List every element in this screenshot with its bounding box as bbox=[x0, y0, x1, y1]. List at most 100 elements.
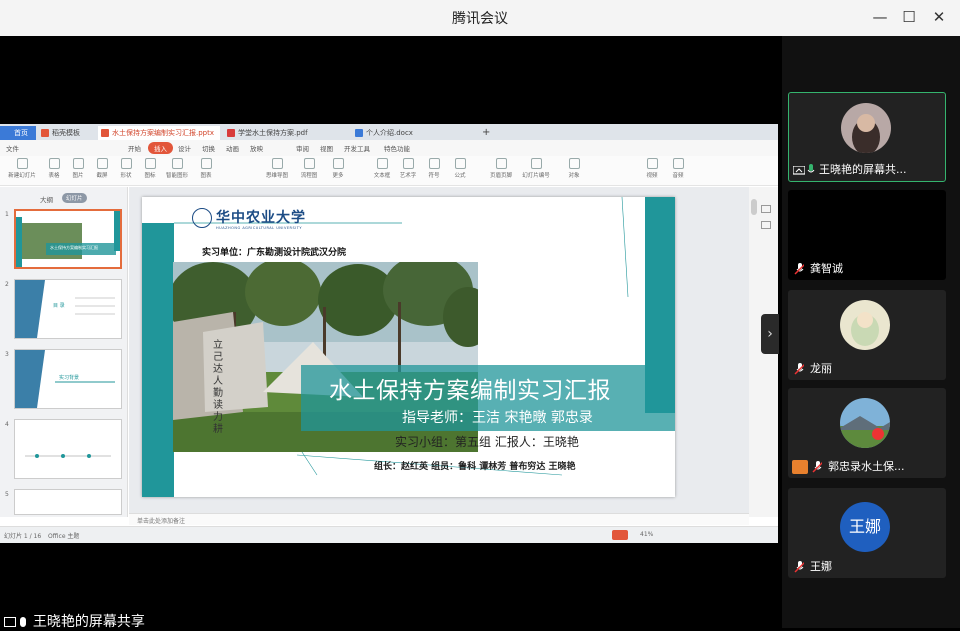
ribbon-flowchart[interactable]: 流程图 bbox=[294, 158, 324, 179]
menu-developer[interactable]: 开发工具 bbox=[344, 143, 370, 153]
tab-ppt-document[interactable]: 水土保持方案编制实习汇报.pptx bbox=[98, 126, 220, 140]
thumb-3-title: 实习背景 bbox=[59, 375, 80, 381]
ribbon-textbox[interactable]: 文本框 bbox=[370, 158, 394, 179]
ribbon-table[interactable]: 表格 bbox=[42, 158, 66, 179]
menu-design[interactable]: 设计 bbox=[178, 143, 191, 153]
menu-features[interactable]: 特色功能 bbox=[384, 143, 410, 153]
menu-review[interactable]: 审阅 bbox=[296, 143, 309, 153]
ribbon-label: 公式 bbox=[454, 173, 466, 179]
wps-ribbon: 新建幻灯片 表格 图片 截屏 形状 图标 智能图形 图表 思维导图 流程图 更多… bbox=[0, 156, 778, 186]
participant-tile[interactable]: 龙丽 bbox=[788, 290, 946, 380]
ribbon-video[interactable]: 视频 bbox=[640, 158, 664, 179]
thumb-number: 2 bbox=[5, 281, 9, 288]
participant-name: 王娜 bbox=[810, 560, 832, 573]
thumb-number: 3 bbox=[5, 351, 9, 358]
participant-tile[interactable]: 王晓艳的屏幕共... bbox=[788, 92, 946, 182]
current-slide[interactable]: 华中农业大学 HUAZHONG AGRICULTURAL UNIVERSITY … bbox=[142, 197, 675, 497]
slide-thumbnail-panel: 大纲 幻灯片 1 水土保持方案编制实习汇报 2 目 录 3 实习背景 4 5 bbox=[0, 187, 128, 517]
menu-animation[interactable]: 动画 bbox=[226, 143, 239, 153]
ribbon-icon[interactable]: 图标 bbox=[138, 158, 162, 179]
shape-icon bbox=[120, 158, 132, 169]
menu-slideshow[interactable]: 放映 bbox=[250, 143, 263, 153]
zoom-level[interactable]: 41% bbox=[640, 531, 653, 538]
maximize-button[interactable]: ☐ bbox=[897, 6, 921, 28]
menu-insert[interactable]: 插入 bbox=[148, 142, 173, 154]
audio-icon bbox=[672, 158, 684, 169]
slide-thumb-2[interactable]: 目 录 bbox=[14, 279, 122, 339]
mic-on-icon bbox=[807, 164, 815, 173]
notes-area[interactable]: 单击此处添加备注 bbox=[129, 513, 749, 525]
video-icon bbox=[646, 158, 658, 169]
slide-edit-area: 华中农业大学 HUAZHONG AGRICULTURAL UNIVERSITY … bbox=[129, 187, 749, 515]
ribbon-wordart[interactable]: 艺术字 bbox=[396, 158, 420, 179]
ribbon-label: 对象 bbox=[568, 173, 580, 179]
menu-view[interactable]: 视图 bbox=[320, 143, 333, 153]
close-button[interactable]: ✕ bbox=[927, 6, 951, 28]
participant-tile[interactable]: 郭忠录水土保... bbox=[788, 388, 946, 478]
participant-initials-avatar: 王娜 bbox=[840, 502, 890, 552]
participant-name: 王晓艳的屏幕共... bbox=[819, 163, 907, 176]
slide-thumb-4[interactable] bbox=[14, 419, 122, 479]
menu-transition[interactable]: 切换 bbox=[202, 143, 215, 153]
ribbon-header-footer[interactable]: 页眉页脚 bbox=[486, 158, 516, 179]
ribbon-new-slide[interactable]: 新建幻灯片 bbox=[4, 158, 40, 179]
outline-tab[interactable]: 大纲 bbox=[40, 194, 53, 204]
ribbon-audio[interactable]: 音频 bbox=[666, 158, 690, 179]
participant-tile[interactable]: 王娜 王娜 bbox=[788, 488, 946, 578]
stone-inscription: 立 己 达 人 勤 读 力 耕 bbox=[213, 340, 223, 435]
ribbon-formula[interactable]: 公式 bbox=[448, 158, 472, 179]
ribbon-label: 艺术字 bbox=[399, 173, 417, 179]
tab-home[interactable]: 首页 bbox=[0, 126, 36, 140]
ribbon-label: 表格 bbox=[48, 173, 60, 179]
participant-avatar bbox=[841, 103, 891, 153]
shared-wps-window: 首页 稻壳模板 水土保持方案编制实习汇报.pptx 学堂水土保持方案.pdf 个… bbox=[0, 124, 778, 543]
slide-thumb-1[interactable]: 水土保持方案编制实习汇报 bbox=[14, 209, 122, 269]
ribbon-label: 图片 bbox=[72, 173, 84, 179]
ribbon-symbol[interactable]: 符号 bbox=[422, 158, 446, 179]
ribbon-object[interactable]: 对象 bbox=[562, 158, 586, 179]
mic-muted-icon bbox=[794, 263, 804, 275]
pdf-file-icon bbox=[227, 129, 235, 137]
participant-name: 郭忠录水土保... bbox=[828, 460, 905, 473]
ribbon-chart[interactable]: 图表 bbox=[194, 158, 218, 179]
mic-muted-icon bbox=[794, 561, 804, 573]
slide-title: 水土保持方案编制实习汇报 bbox=[329, 378, 611, 404]
menu-file[interactable]: 文件 bbox=[6, 143, 19, 153]
thumb-number: 1 bbox=[5, 211, 9, 218]
wordart-icon bbox=[402, 158, 414, 169]
ribbon-label: 流程图 bbox=[300, 173, 318, 179]
icons-icon bbox=[144, 158, 156, 169]
chart-icon bbox=[200, 158, 212, 169]
tab-docx-document[interactable]: 个人介绍.docx bbox=[352, 126, 476, 140]
ribbon-label: 符号 bbox=[428, 173, 440, 179]
slideshow-play-button[interactable] bbox=[612, 530, 628, 540]
tab-pdf-document[interactable]: 学堂水土保持方案.pdf bbox=[224, 126, 348, 140]
ribbon-shape[interactable]: 形状 bbox=[114, 158, 138, 179]
participant-list: 王晓艳的屏幕共... 龚智诚 龙丽 郭忠录水土保... 王娜 王娜 bbox=[782, 36, 960, 628]
theme-name: Office 主题 bbox=[48, 533, 80, 540]
tab-ppt-label: 水土保持方案编制实习汇报.pptx bbox=[112, 129, 214, 137]
ribbon-more[interactable]: 更多 bbox=[326, 158, 350, 179]
slide-thumb-5[interactable] bbox=[14, 489, 122, 515]
ribbon-slide-number[interactable]: 幻灯片编号 bbox=[520, 158, 552, 179]
collapse-participants-handle[interactable]: › bbox=[761, 314, 779, 354]
ribbon-picture[interactable]: 图片 bbox=[66, 158, 90, 179]
minimize-button[interactable]: — bbox=[868, 6, 892, 28]
menu-home[interactable]: 开始 bbox=[128, 143, 141, 153]
slides-tab[interactable]: 幻灯片 bbox=[62, 193, 87, 203]
ribbon-mindmap[interactable]: 思维导图 bbox=[262, 158, 292, 179]
new-tab-button[interactable]: + bbox=[480, 126, 494, 140]
ribbon-smartart[interactable]: 智能图形 bbox=[162, 158, 192, 179]
wps-status-bar: 幻灯片 1 / 16 Office 主题 41% bbox=[0, 526, 778, 543]
slide-thumb-3[interactable]: 实习背景 bbox=[14, 349, 122, 409]
vertical-scrollbar-thumb[interactable] bbox=[751, 199, 757, 215]
property-icon[interactable] bbox=[761, 205, 771, 213]
ribbon-screenshot[interactable]: 截屏 bbox=[90, 158, 114, 179]
ribbon-label: 页眉页脚 bbox=[489, 173, 512, 179]
participant-name: 龚智诚 bbox=[810, 262, 843, 275]
table-icon bbox=[48, 158, 60, 169]
participant-tile[interactable]: 龚智诚 bbox=[788, 190, 946, 280]
tab-docer[interactable]: 稻壳模板 bbox=[38, 126, 96, 140]
text-style-icon[interactable] bbox=[761, 221, 771, 229]
slide-thumb-1-preview bbox=[16, 211, 120, 267]
